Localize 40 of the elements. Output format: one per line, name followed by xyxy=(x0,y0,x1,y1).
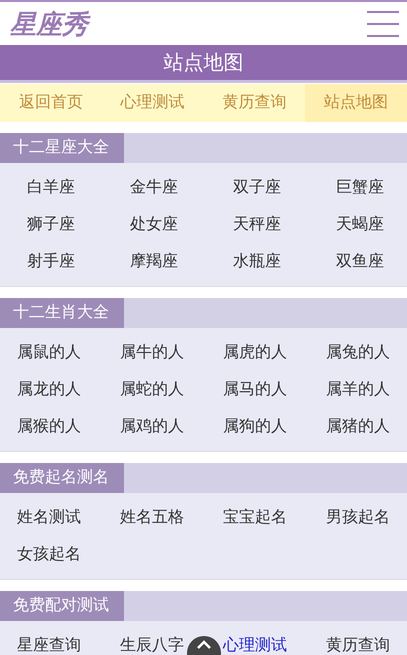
link[interactable]: 姓名五格 xyxy=(120,499,184,536)
link[interactable]: 女孩起名 xyxy=(17,536,81,573)
page-title: 站点地图 xyxy=(164,50,244,76)
link[interactable]: 射手座 xyxy=(27,243,75,280)
link[interactable]: 黄历查询 xyxy=(326,627,390,655)
link[interactable]: 属鸡的人 xyxy=(120,408,184,445)
link[interactable]: 属虎的人 xyxy=(223,334,287,371)
section-title: 免费起名测名 xyxy=(0,463,124,493)
link[interactable]: 星座查询 xyxy=(17,627,81,655)
link[interactable]: 双子座 xyxy=(233,169,281,206)
link[interactable]: 属猴的人 xyxy=(17,408,81,445)
link[interactable]: 摩羯座 xyxy=(130,243,178,280)
link[interactable]: 巨蟹座 xyxy=(336,169,384,206)
link[interactable]: 男孩起名 xyxy=(326,499,390,536)
link[interactable]: 狮子座 xyxy=(27,206,75,243)
link[interactable]: 属牛的人 xyxy=(120,334,184,371)
section-title: 十二生肖大全 xyxy=(0,298,124,328)
link[interactable]: 生辰八字 xyxy=(120,627,184,655)
link[interactable]: 金牛座 xyxy=(130,169,178,206)
link[interactable]: 属羊的人 xyxy=(326,371,390,408)
link[interactable]: 属兔的人 xyxy=(326,334,390,371)
link[interactable]: 双鱼座 xyxy=(336,243,384,280)
link[interactable]: 宝宝起名 xyxy=(223,499,287,536)
link[interactable]: 属鼠的人 xyxy=(17,334,81,371)
link[interactable]: 水瓶座 xyxy=(233,243,281,280)
link[interactable]: 属狗的人 xyxy=(223,408,287,445)
link[interactable]: 属马的人 xyxy=(223,371,287,408)
link[interactable]: 天蝎座 xyxy=(336,206,384,243)
link[interactable]: 属猪的人 xyxy=(326,408,390,445)
section-title: 免费配对测试 xyxy=(0,591,124,621)
menu-icon[interactable] xyxy=(367,10,399,36)
caret-up-icon xyxy=(196,640,212,650)
section-title: 十二星座大全 xyxy=(0,133,124,163)
link[interactable]: 心理测试 xyxy=(223,627,287,655)
link[interactable]: 白羊座 xyxy=(27,169,75,206)
link[interactable]: 天秤座 xyxy=(233,206,281,243)
link[interactable]: 姓名测试 xyxy=(17,499,81,536)
link[interactable]: 处女座 xyxy=(130,206,178,243)
link[interactable]: 属蛇的人 xyxy=(120,371,184,408)
link[interactable]: 属龙的人 xyxy=(17,371,81,408)
